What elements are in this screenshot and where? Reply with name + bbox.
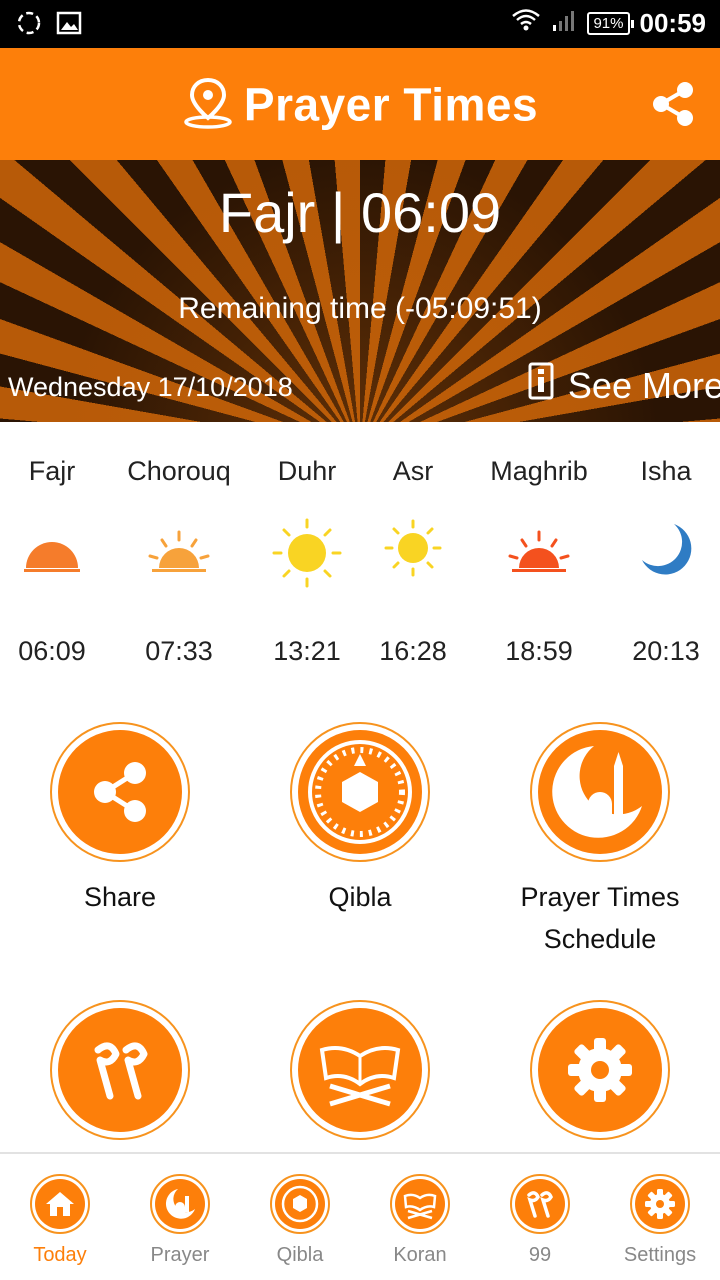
gear-icon [538, 1008, 662, 1132]
mosque-icon [538, 730, 662, 854]
nav-prayer[interactable]: Prayer [120, 1174, 240, 1267]
tile-99-names[interactable] [10, 1000, 230, 1140]
remaining-time: Remaining time (-05:09:51) [178, 292, 542, 325]
image-icon [56, 10, 82, 41]
sunset-icon [474, 518, 604, 582]
prayer-name: Chorouq [127, 456, 231, 486]
current-prayer-banner: Fajr | 06:09 Remaining time (-05:09:51) … [0, 160, 720, 422]
prayer-time: 18:59 [505, 636, 573, 666]
status-bar: 91% 00:59 [0, 0, 720, 48]
sync-icon [16, 10, 42, 41]
share-icon[interactable] [650, 80, 696, 133]
nav-label: Qibla [276, 1244, 324, 1266]
see-more-button[interactable]: See More [528, 362, 720, 409]
prayer-name: Asr [392, 456, 434, 486]
home-icon [35, 1179, 85, 1229]
tile-prayer-times-schedule[interactable]: Prayer Times Schedule [490, 722, 710, 960]
nav-qibla[interactable]: Qibla [240, 1174, 360, 1267]
moon-icon [601, 518, 720, 582]
nav-today[interactable]: Today [0, 1174, 120, 1267]
koran-icon [395, 1179, 445, 1229]
koran-icon [298, 1008, 422, 1132]
wifi-icon [511, 8, 541, 39]
sun-icon [348, 518, 478, 578]
prayer-time: 20:13 [632, 636, 700, 666]
app-title-text: Prayer Times [243, 78, 539, 131]
sunrise-icon [114, 518, 244, 582]
gear-icon [635, 1179, 685, 1229]
compass-icon [298, 730, 422, 854]
ninety-nine-icon [58, 1008, 182, 1132]
status-clock: 00:59 [639, 8, 707, 38]
tile-settings[interactable] [490, 1000, 710, 1140]
prayer-time: 06:09 [18, 636, 86, 666]
tile-share[interactable]: Share [10, 722, 230, 918]
prayer-times-row: Fajr 06:09 Chorouq 07:33 Duhr 13:21 Asr … [0, 422, 720, 692]
battery-indicator: 91% [587, 12, 634, 35]
nav-settings[interactable]: Settings [600, 1174, 720, 1267]
nav-label: 99 [528, 1244, 552, 1266]
nav-label: Settings [623, 1244, 697, 1266]
info-icon [528, 362, 554, 409]
nav-label: Koran [393, 1244, 447, 1266]
tile-koran[interactable] [250, 1000, 470, 1140]
tile-label: Share [83, 882, 157, 912]
current-prayer: Fajr | 06:09 [218, 181, 502, 244]
nav-99[interactable]: 99 [480, 1174, 600, 1267]
compass-icon [275, 1179, 325, 1229]
prayer-time: 16:28 [379, 636, 447, 666]
ninety-nine-icon [515, 1179, 565, 1229]
signal-icon [551, 8, 577, 39]
prayer-name: Isha [640, 456, 692, 486]
tile-label: Qibla [328, 882, 392, 912]
nav-label: Today [33, 1244, 87, 1266]
current-date: Wednesday 17/10/2018 [8, 372, 293, 402]
prayer-name: Maghrib [490, 456, 588, 486]
prayer-time: 07:33 [145, 636, 213, 666]
app-title: Prayer Times [0, 76, 720, 141]
tile-label: Prayer Times Schedule [520, 882, 680, 954]
mosque-icon [155, 1179, 205, 1229]
tile-qibla[interactable]: Qibla [250, 722, 470, 918]
app-bar: Prayer Times [0, 48, 720, 160]
nav-koran[interactable]: Koran [360, 1174, 480, 1267]
prayer-name: Fajr [28, 456, 76, 486]
nav-label: Prayer [150, 1244, 210, 1266]
share-icon [58, 730, 182, 854]
sunrise-icon [0, 518, 117, 582]
see-more-label: See More [567, 364, 720, 406]
location-pin-icon [182, 76, 234, 141]
bottom-nav: Today Prayer Qibla Koran 99 Settings [0, 1152, 720, 1280]
